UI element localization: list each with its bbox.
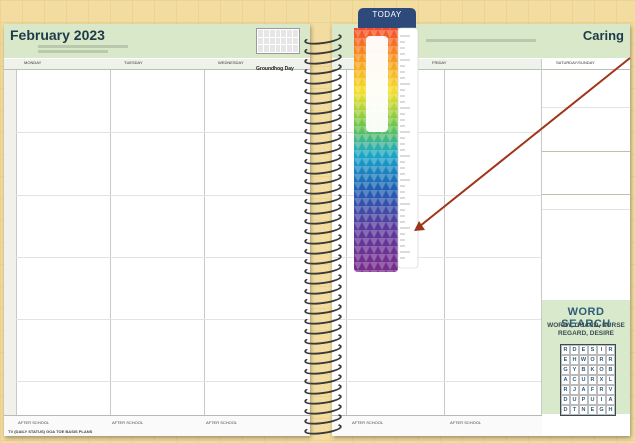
annotation-arrow xyxy=(414,57,631,231)
